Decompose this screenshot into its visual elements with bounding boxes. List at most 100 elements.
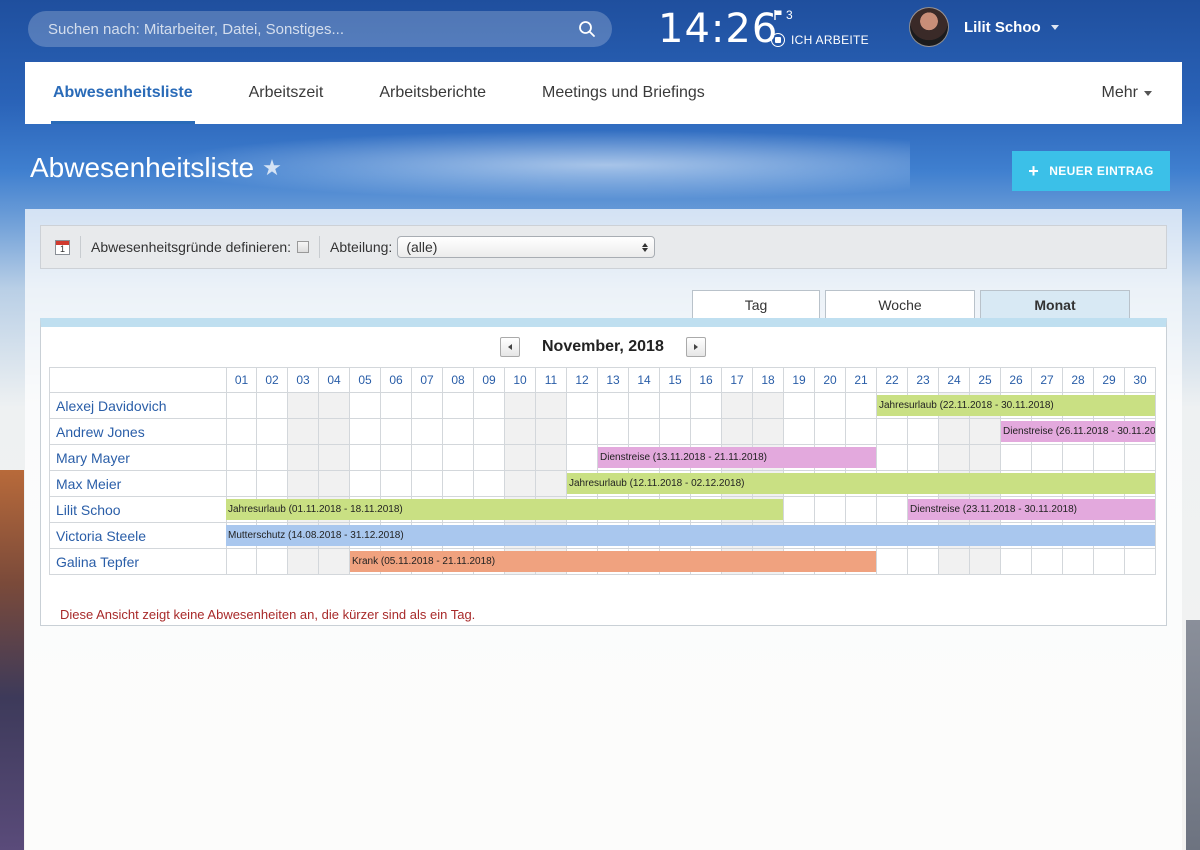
day-cell[interactable] (784, 419, 815, 445)
day-header[interactable]: 19 (784, 367, 815, 393)
day-cell[interactable] (1001, 549, 1032, 575)
day-cell[interactable] (846, 393, 877, 419)
day-cell[interactable] (567, 419, 598, 445)
day-cell[interactable] (381, 419, 412, 445)
day-cell[interactable] (939, 419, 970, 445)
tab-monat[interactable]: Monat (980, 290, 1130, 319)
day-cell[interactable] (784, 497, 815, 523)
day-header[interactable]: 29 (1094, 367, 1125, 393)
day-cell[interactable] (908, 445, 939, 471)
day-cell[interactable] (443, 471, 474, 497)
day-header[interactable]: 04 (319, 367, 350, 393)
day-header[interactable]: 03 (288, 367, 319, 393)
day-header[interactable]: 25 (970, 367, 1001, 393)
day-cell[interactable] (1125, 549, 1156, 575)
day-cell[interactable] (288, 471, 319, 497)
absence-bar[interactable]: Jahresurlaub (12.11.2018 - 02.12.2018) (567, 473, 1155, 494)
day-cell[interactable] (691, 419, 722, 445)
tab-meetings-und-briefings[interactable]: Meetings und Briefings (514, 62, 733, 124)
day-cell[interactable] (505, 419, 536, 445)
day-cell[interactable] (474, 445, 505, 471)
day-header[interactable]: 27 (1032, 367, 1063, 393)
day-cell[interactable] (257, 549, 288, 575)
day-cell[interactable] (505, 471, 536, 497)
day-header[interactable]: 05 (350, 367, 381, 393)
day-header[interactable]: 12 (567, 367, 598, 393)
more-menu[interactable]: Mehr (1102, 62, 1182, 124)
absence-bar[interactable]: Jahresurlaub (22.11.2018 - 30.11.2018) (877, 395, 1155, 416)
day-header[interactable]: 08 (443, 367, 474, 393)
search-icon[interactable] (578, 20, 596, 38)
absence-bar[interactable]: Mutterschutz (14.08.2018 - 31.12.2018) (226, 525, 1155, 546)
absence-bar[interactable]: Jahresurlaub (01.11.2018 - 18.11.2018) (226, 499, 783, 520)
day-cell[interactable] (319, 419, 350, 445)
work-status-button[interactable]: ICH ARBEITE (771, 33, 869, 47)
day-cell[interactable] (846, 497, 877, 523)
day-cell[interactable] (629, 419, 660, 445)
new-entry-button[interactable]: + NEUER EINTRAG (1012, 151, 1170, 191)
employee-name[interactable]: Max Meier (49, 471, 226, 497)
tab-arbeitsberichte[interactable]: Arbeitsberichte (351, 62, 514, 124)
day-header[interactable]: 11 (536, 367, 567, 393)
day-cell[interactable] (319, 445, 350, 471)
tab-tag[interactable]: Tag (692, 290, 820, 318)
day-cell[interactable] (350, 393, 381, 419)
day-cell[interactable] (1094, 445, 1125, 471)
department-select[interactable]: (alle) (397, 236, 656, 258)
day-header[interactable]: 22 (877, 367, 908, 393)
day-header[interactable]: 18 (753, 367, 784, 393)
day-cell[interactable] (939, 445, 970, 471)
day-cell[interactable] (1063, 549, 1094, 575)
day-cell[interactable] (505, 445, 536, 471)
day-cell[interactable] (474, 419, 505, 445)
day-cell[interactable] (257, 393, 288, 419)
day-header[interactable]: 01 (226, 367, 257, 393)
day-cell[interactable] (908, 549, 939, 575)
day-cell[interactable] (257, 419, 288, 445)
day-cell[interactable] (474, 393, 505, 419)
day-cell[interactable] (505, 393, 536, 419)
day-header[interactable]: 06 (381, 367, 412, 393)
day-cell[interactable] (846, 419, 877, 445)
day-cell[interactable] (691, 393, 722, 419)
day-header[interactable]: 07 (412, 367, 443, 393)
day-cell[interactable] (381, 393, 412, 419)
day-cell[interactable] (226, 445, 257, 471)
flag-counter[interactable]: 3 (774, 8, 793, 22)
day-cell[interactable] (443, 419, 474, 445)
tab-abwesenheitsliste[interactable]: Abwesenheitsliste (25, 62, 221, 124)
day-cell[interactable] (350, 419, 381, 445)
day-cell[interactable] (226, 471, 257, 497)
search-box[interactable] (28, 11, 612, 47)
day-cell[interactable] (970, 419, 1001, 445)
prev-month-button[interactable] (500, 337, 520, 357)
day-cell[interactable] (443, 445, 474, 471)
day-cell[interactable] (1032, 445, 1063, 471)
absence-bar[interactable]: Krank (05.11.2018 - 21.11.2018) (350, 551, 876, 572)
day-cell[interactable] (722, 419, 753, 445)
day-cell[interactable] (1063, 445, 1094, 471)
day-cell[interactable] (412, 471, 443, 497)
day-cell[interactable] (412, 445, 443, 471)
day-header[interactable]: 20 (815, 367, 846, 393)
day-header[interactable]: 10 (505, 367, 536, 393)
day-cell[interactable] (443, 393, 474, 419)
user-menu[interactable]: Lilit Schoo (964, 19, 1059, 36)
reasons-checkbox[interactable] (297, 241, 310, 253)
day-header[interactable]: 15 (660, 367, 691, 393)
day-header[interactable]: 17 (722, 367, 753, 393)
day-header[interactable]: 23 (908, 367, 939, 393)
day-cell[interactable] (288, 393, 319, 419)
day-cell[interactable] (412, 393, 443, 419)
next-month-button[interactable] (685, 337, 706, 357)
calendar-icon[interactable]: 1 (55, 239, 70, 255)
search-input[interactable] (48, 20, 578, 38)
day-cell[interactable] (257, 471, 288, 497)
day-cell[interactable] (815, 419, 846, 445)
tab-arbeitszeit[interactable]: Arbeitszeit (221, 62, 352, 124)
day-header[interactable]: 30 (1125, 367, 1156, 393)
day-cell[interactable] (753, 419, 784, 445)
day-cell[interactable] (257, 445, 288, 471)
day-cell[interactable] (877, 419, 908, 445)
day-cell[interactable] (319, 393, 350, 419)
